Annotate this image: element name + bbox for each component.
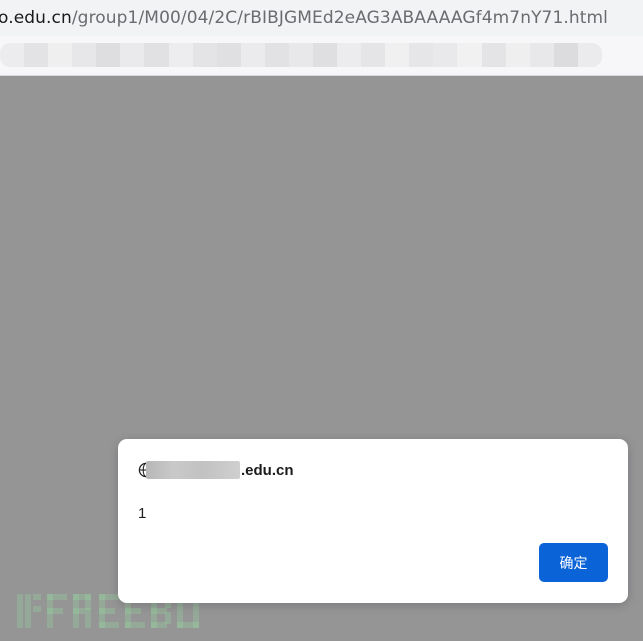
redacted-origin-subdomain — [146, 461, 240, 479]
url-host: o.edu.cn — [0, 8, 72, 28]
url-path: /group1/M00/04/2C/rBIBJGMEd2eAG3ABAAAAGf… — [71, 8, 609, 28]
redacted-bookmarks — [0, 43, 602, 67]
dialog-origin: .edu.cn — [138, 459, 294, 481]
ok-button[interactable]: 确定 — [539, 543, 608, 582]
dialog-message: 1 — [138, 505, 147, 522]
address-bar[interactable]: o.edu.cn/group1/M00/04/2C/rBIBJGMEd2eAG3… — [0, 0, 643, 36]
bookmarks-bar — [0, 36, 643, 76]
alert-dialog: .edu.cn 1 确定 — [118, 439, 628, 603]
origin-domain: .edu.cn — [241, 461, 294, 479]
